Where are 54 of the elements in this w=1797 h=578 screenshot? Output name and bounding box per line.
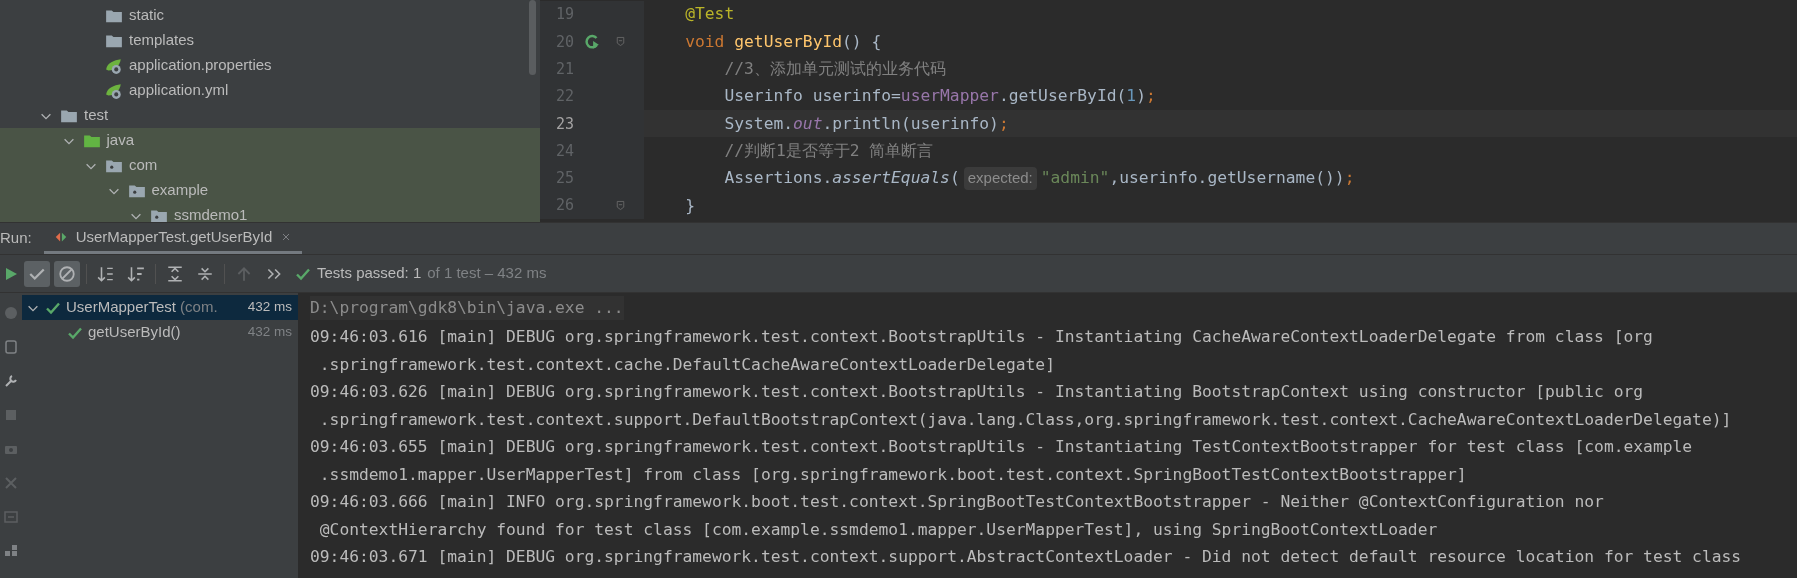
tree-item[interactable]: templates <box>0 28 540 53</box>
console-log-line: 09:46:03.655 [main] DEBUG org.springframework.test.context.BootstrapUtils - Instantiating TestContextBootstrapper for test class [com.example <box>310 436 1693 459</box>
sort-icon <box>127 264 145 283</box>
console-log-line: @ContextHierarchy found for test class [com.example.ssmdemo1.mapper.UserMapperTest], using SpringBootContextLoader <box>318 518 1438 541</box>
console-command: D:\program\gdk8\bin\java.exe ... <box>310 296 624 321</box>
test-tree-item[interactable]: getUserById() 432 ms <box>22 320 298 345</box>
test-duration: 432 ms <box>247 298 292 317</box>
console-log-line: .springframework.test.context.support.DefaultBootstrapContext(java.lang.Class,org.springframework.test.context.CacheAwareContextLoaderDelegate)] <box>318 408 1732 431</box>
test-summary: of 1 test – 432 ms <box>427 263 547 284</box>
layout-icon[interactable] <box>3 543 19 559</box>
console-log-line: .ssmdemo1.mapper.UserMapperTest] from class [org.springframework.boot.test.context.SpringBootTestContextBootstrapper] <box>318 463 1467 486</box>
parameter-hint: expected: <box>963 167 1037 190</box>
test-package: (com. <box>180 297 218 318</box>
test-status: Tests passed: 1 <box>317 263 422 284</box>
test-run-icon <box>53 230 68 244</box>
run-label: Run: <box>0 228 33 249</box>
tree-item[interactable]: test <box>0 103 540 128</box>
line-number: 23 <box>554 113 574 135</box>
expand-icon <box>166 264 184 283</box>
code-line: //判断1是否等于2 简单断言 <box>723 139 934 162</box>
code-line: //3、添加单元测试的业务代码 <box>723 58 946 80</box>
console-log-line: 09:46:03.616 [main] DEBUG org.springframework.test.context.BootstrapUtils - Instantiating CacheAwareContextLoaderDelegate from class [org <box>310 326 1653 349</box>
wrench-icon[interactable] <box>3 373 19 389</box>
tree-item[interactable]: ssmdemo1 <box>0 203 540 222</box>
tree-item[interactable]: static <box>0 3 540 28</box>
test-duration: 432 ms <box>247 323 292 342</box>
tree-item[interactable]: example <box>0 178 540 203</box>
test-tree-item[interactable]: UserMapperTest (com. 432 ms <box>22 295 298 320</box>
test-name: UserMapperTest <box>66 297 177 318</box>
run-test-icon[interactable] <box>583 32 601 51</box>
console-log-line: 09:46:03.626 [main] DEBUG org.springframework.test.context.BootstrapUtils - Instantiating BootstrapContext using constructor [public org <box>310 381 1644 404</box>
console-log-line: .springframework.test.context.cache.DefaultCacheAwareContextLoaderDelegate] <box>318 353 1055 376</box>
stop-icon[interactable] <box>3 407 19 423</box>
scrollbar-thumb[interactable] <box>529 0 536 75</box>
code-line: Userinfo userinfo=userMapper.getUserById(1); <box>723 85 1156 108</box>
code-line: System.out.println(userinfo); <box>723 112 1009 135</box>
code-line: void getUserById() { <box>684 30 882 53</box>
code-line: Assertions.assertEquals( expected: "admin",userinfo.getUsername()); <box>723 166 1355 191</box>
tree-item[interactable]: application.properties <box>0 53 540 78</box>
leaf-gear-icon <box>105 56 123 75</box>
tree-item[interactable]: java <box>0 128 540 153</box>
code-line: @Test <box>684 3 735 26</box>
rerun-icon[interactable] <box>3 265 19 282</box>
test-name: getUserById() <box>88 322 181 343</box>
tree-item[interactable]: application.yml <box>0 78 540 103</box>
console-log-line: 09:46:03.671 [main] DEBUG org.springframework.test.context.support.AbstractContextLoader - Did not detect default resource location for test class <box>310 546 1742 569</box>
show-passed-button[interactable] <box>24 260 50 287</box>
show-ignored-button[interactable] <box>54 260 80 287</box>
leaf-gear-icon <box>105 81 123 100</box>
sort-icon <box>97 264 115 283</box>
prohibited-icon <box>58 264 76 283</box>
code-line: } <box>684 194 695 217</box>
console-log-line: 09:46:03.666 [main] INFO org.springframework.boot.test.context.SpringBootTestContextBootstrapper - Neither @ContextConfiguration nor <box>310 491 1604 514</box>
tree-item[interactable]: com <box>0 153 540 178</box>
